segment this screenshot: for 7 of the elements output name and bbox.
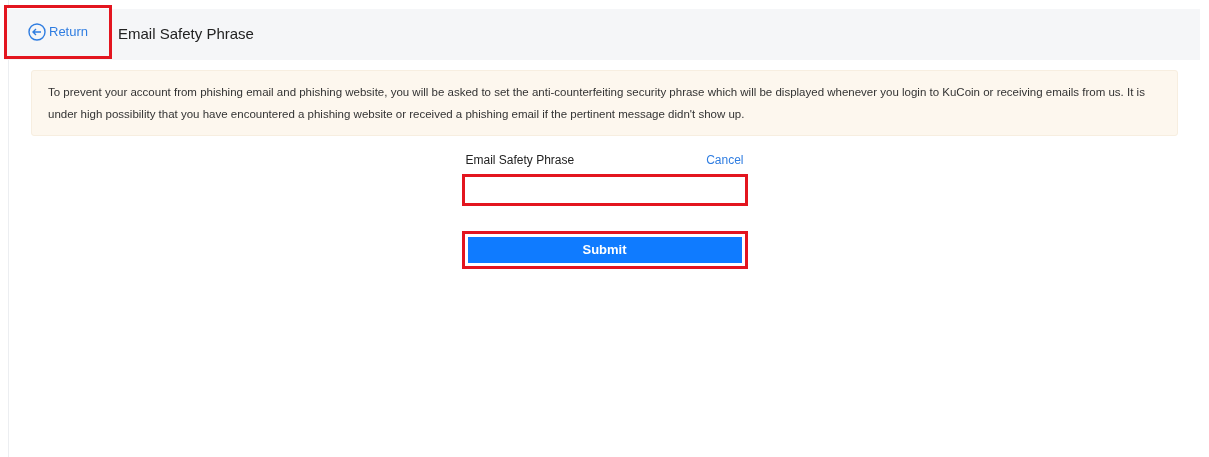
return-button[interactable]: Return [28, 22, 89, 42]
field-label: Email Safety Phrase [465, 152, 575, 169]
submit-button[interactable]: Submit [467, 237, 742, 263]
phrase-field[interactable] [461, 174, 748, 206]
notice-text: To prevent your account from phishing email and phishing website, you will be asked to set the anti-counterfeiting security phrase which will be displayed whenever you login to KuCoin or receiving emails from us. It is under high possibility that you have encountered a phishing website or received a phishing email if the pertinent message didn't show up. [48, 86, 1145, 120]
page-title: Email Safety Phrase [118, 24, 254, 45]
cancel-link[interactable]: Cancel [706, 151, 744, 169]
